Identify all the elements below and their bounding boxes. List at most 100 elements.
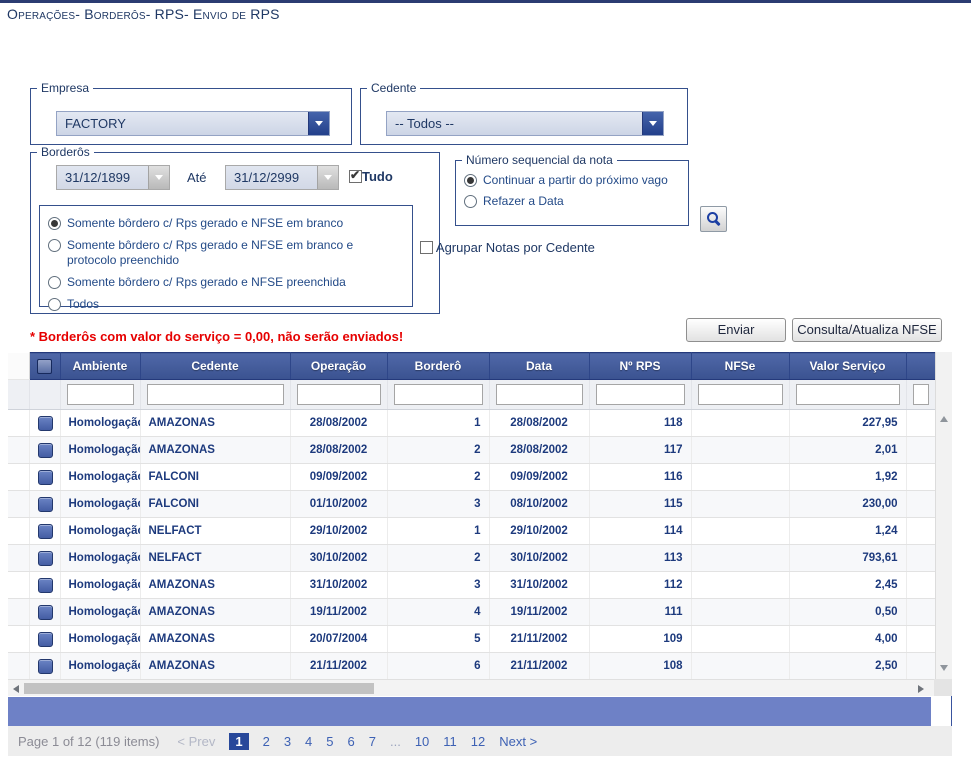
column-header-extra: [906, 353, 935, 380]
horizontal-scrollbar-row: [8, 679, 952, 696]
horizontal-scrollbar[interactable]: [8, 679, 934, 696]
column-header-operacao[interactable]: Operação: [290, 353, 387, 380]
radio-icon[interactable]: [48, 276, 61, 289]
cell-rps: 114: [589, 518, 691, 545]
vertical-scrollbar[interactable]: [935, 352, 952, 679]
filter-input-ambiente[interactable]: [67, 384, 134, 405]
tudo-checkbox[interactable]: [349, 170, 362, 183]
tudo-checkbox-row[interactable]: Tudo: [349, 169, 393, 184]
numero-option-1[interactable]: Refazer a Data: [464, 194, 684, 209]
cell-nfse: [691, 599, 789, 626]
empresa-select[interactable]: FACTORY: [56, 111, 330, 136]
filter-input-cedente[interactable]: [147, 384, 284, 405]
row-checkbox[interactable]: [38, 578, 53, 593]
cell-operacao: 28/08/2002: [290, 437, 387, 464]
date-to-select[interactable]: 31/12/2999: [225, 165, 339, 190]
radio-label: Somente bôrdero c/ Rps gerado e NFSE pre…: [67, 275, 346, 290]
row-checkbox[interactable]: [38, 497, 53, 512]
row-checkbox[interactable]: [38, 524, 53, 539]
borderos-option-1[interactable]: Somente bôrdero c/ Rps gerado e NFSE em …: [48, 238, 404, 268]
chevron-down-icon[interactable]: [308, 112, 329, 135]
row-checkbox[interactable]: [38, 632, 53, 647]
agrupar-checkbox[interactable]: [420, 241, 433, 254]
enviar-button[interactable]: Enviar: [686, 318, 786, 342]
row-checkbox[interactable]: [38, 416, 53, 431]
pagination-page-7[interactable]: 7: [369, 734, 376, 749]
cell-cedente: FALCONI: [140, 491, 290, 518]
cell-extra: [906, 653, 935, 680]
pagination-page-12[interactable]: 12: [471, 734, 485, 749]
filter-input-valor[interactable]: [796, 384, 900, 405]
cell-ambiente: Homologação: [60, 545, 140, 572]
row-indicator: [8, 491, 29, 518]
cell-ambiente: Homologação: [60, 572, 140, 599]
filter-input-data[interactable]: [496, 384, 583, 405]
pagination-page-10[interactable]: 10: [415, 734, 429, 749]
pagination-page-5[interactable]: 5: [326, 734, 333, 749]
pagination-prev[interactable]: < Prev: [177, 734, 215, 749]
consulta-atualiza-button[interactable]: Consulta/Atualiza NFSE: [792, 318, 942, 342]
column-header-nfse[interactable]: NFSe: [691, 353, 789, 380]
filter-input-operacao[interactable]: [297, 384, 381, 405]
borderos-option-2[interactable]: Somente bôrdero c/ Rps gerado e NFSE pre…: [48, 275, 404, 290]
cell-ambiente: Homologação: [60, 626, 140, 653]
scroll-up-icon[interactable]: [940, 416, 948, 422]
scroll-left-icon[interactable]: [13, 685, 19, 693]
borderos-option-0[interactable]: Somente bôrdero c/ Rps gerado e NFSE em …: [48, 216, 404, 231]
pagination-page-2[interactable]: 2: [263, 734, 270, 749]
borderos-option-3[interactable]: Todos: [48, 297, 404, 312]
pagination-page-4[interactable]: 4: [305, 734, 312, 749]
row-checkbox[interactable]: [38, 470, 53, 485]
radio-icon[interactable]: [48, 239, 61, 252]
row-checkbox[interactable]: [38, 605, 53, 620]
agrupar-checkbox-row[interactable]: Agrupar Notas por Cedente: [420, 240, 595, 255]
scroll-down-icon[interactable]: [940, 665, 948, 671]
cell-cedente: NELFACT: [140, 518, 290, 545]
search-button[interactable]: [700, 206, 727, 232]
cell-operacao: 29/10/2002: [290, 518, 387, 545]
select-all-header[interactable]: [29, 353, 60, 380]
scroll-right-icon[interactable]: [918, 685, 924, 693]
row-checkbox-cell: [29, 545, 60, 572]
filter-input-bordero[interactable]: [394, 384, 483, 405]
row-checkbox-cell: [29, 572, 60, 599]
cell-valor: 1,92: [789, 464, 906, 491]
cell-bordero: 2: [387, 545, 489, 572]
row-checkbox[interactable]: [38, 659, 53, 674]
pagination-page-3[interactable]: 3: [284, 734, 291, 749]
chevron-down-icon[interactable]: [642, 112, 663, 135]
radio-icon[interactable]: [464, 174, 477, 187]
cell-cedente: AMAZONAS: [140, 572, 290, 599]
radio-label: Somente bôrdero c/ Rps gerado e NFSE em …: [67, 238, 404, 268]
row-checkbox-cell: [29, 653, 60, 680]
cell-nfse: [691, 545, 789, 572]
column-header-cedente[interactable]: Cedente: [140, 353, 290, 380]
cell-cedente: AMAZONAS: [140, 599, 290, 626]
numero-option-0[interactable]: Continuar a partir do próximo vago: [464, 173, 684, 188]
chevron-down-icon[interactable]: [317, 166, 338, 189]
radio-icon[interactable]: [48, 298, 61, 311]
pagination-page-11[interactable]: 11: [443, 734, 457, 749]
pagination-summary: Page 1 of 12 (119 items): [18, 734, 159, 749]
pagination-next[interactable]: Next >: [499, 734, 537, 749]
chevron-down-icon[interactable]: [148, 166, 169, 189]
select-all-checkbox[interactable]: [37, 359, 52, 374]
date-from-select[interactable]: 31/12/1899: [56, 165, 170, 190]
horizontal-scroll-thumb[interactable]: [24, 683, 374, 694]
column-header-ambiente[interactable]: Ambiente: [60, 353, 140, 380]
column-header-data[interactable]: Data: [489, 353, 589, 380]
filter-input-extra[interactable]: [913, 384, 929, 405]
column-header-valor[interactable]: Valor Serviço: [789, 353, 906, 380]
column-header-rps[interactable]: Nº RPS: [589, 353, 691, 380]
filter-input-rps[interactable]: [596, 384, 685, 405]
row-checkbox[interactable]: [38, 443, 53, 458]
pagination-page-6[interactable]: 6: [348, 734, 355, 749]
filter-input-nfse[interactable]: [698, 384, 783, 405]
cell-bordero: 2: [387, 437, 489, 464]
radio-icon[interactable]: [464, 195, 477, 208]
cell-operacao: 19/11/2002: [290, 599, 387, 626]
row-checkbox[interactable]: [38, 551, 53, 566]
radio-icon[interactable]: [48, 217, 61, 230]
cedente-select[interactable]: -- Todos --: [386, 111, 664, 136]
column-header-bordero[interactable]: Borderô: [387, 353, 489, 380]
